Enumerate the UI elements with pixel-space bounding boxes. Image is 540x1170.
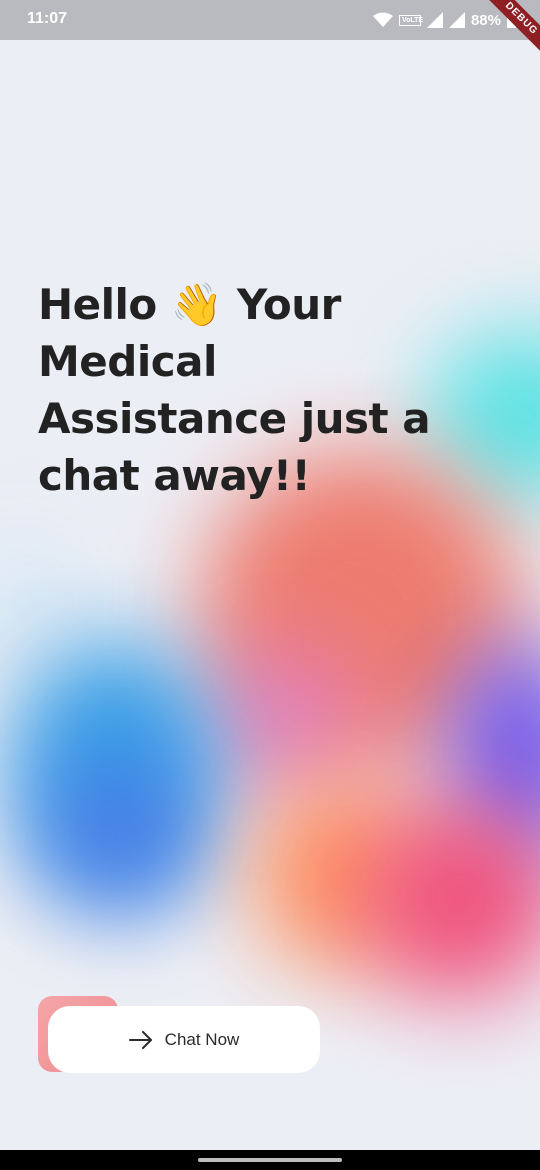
blob-magenta xyxy=(360,800,540,1000)
signal-icon xyxy=(426,12,443,28)
gradient-blobs-background xyxy=(0,40,540,1150)
blob-pink xyxy=(210,640,360,800)
battery-percent: 88% xyxy=(470,11,501,29)
blob-deep-blue xyxy=(40,760,200,910)
welcome-headline: Hello 👋 Your Medical Assistance just a c… xyxy=(38,280,431,500)
lte-icon: VoLTE xyxy=(398,14,423,26)
status-icons: VoLTE 88% xyxy=(372,9,516,31)
chat-now-label: Chat Now xyxy=(164,1029,240,1049)
home-indicator[interactable] xyxy=(198,1158,342,1162)
blob-light-blue xyxy=(0,540,70,660)
arrow-right-icon xyxy=(128,1030,152,1049)
wifi-icon xyxy=(372,12,393,27)
status-bar: 11:07 VoLTE 88% DEBUG xyxy=(0,0,540,65)
chat-now-button[interactable]: Chat Now xyxy=(48,1006,320,1073)
navigation-bar xyxy=(0,1150,540,1170)
status-time: 11:07 xyxy=(27,10,68,27)
signal-icon xyxy=(448,12,465,28)
